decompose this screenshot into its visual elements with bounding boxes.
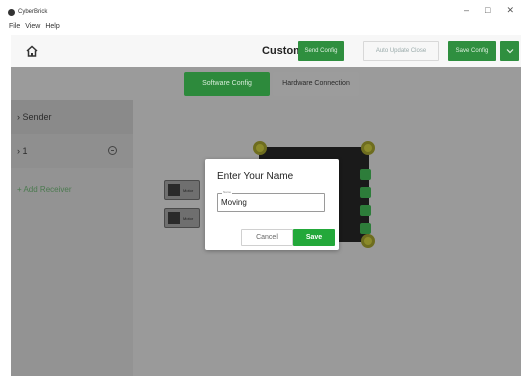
app-header: Custom Send Config Auto Update Close Sav… [11, 35, 521, 67]
maximize-icon[interactable]: □ [485, 5, 490, 16]
motor-card[interactable]: Motor [164, 208, 200, 228]
enter-name-dialog: Enter Your Name Name Cancel Save [205, 159, 339, 250]
name-input[interactable] [217, 193, 325, 212]
cancel-button[interactable]: Cancel [241, 229, 293, 246]
board-port[interactable] [360, 169, 371, 180]
motor-card-label: Motor [183, 187, 194, 193]
chevron-down-icon [506, 49, 513, 54]
remove-icon[interactable] [108, 146, 117, 155]
auto-update-close-button[interactable]: Auto Update Close [363, 41, 439, 61]
menu-view[interactable]: View [25, 23, 40, 30]
page-title: Custom [262, 45, 303, 57]
app-title: CyberBrick [18, 9, 48, 15]
sidebar-item-sender[interactable]: › Sender [11, 100, 133, 134]
menu-bar: File View Help [9, 23, 60, 30]
save-config-dropdown[interactable] [500, 41, 519, 61]
save-config-button[interactable]: Save Config [448, 41, 496, 61]
window-controls: – □ ✕ [464, 5, 514, 16]
board-port[interactable] [360, 223, 371, 234]
add-receiver-button[interactable]: + Add Receiver [11, 172, 133, 206]
window-titlebar: CyberBrick – □ ✕ [8, 5, 518, 19]
home-icon[interactable] [25, 44, 39, 58]
mounting-hole [253, 141, 267, 155]
tab-software-config[interactable]: Software Config [184, 72, 270, 96]
close-icon[interactable]: ✕ [506, 5, 514, 16]
dialog-title: Enter Your Name [217, 171, 294, 182]
sidebar-item-label: › 1 [17, 146, 28, 156]
send-config-button[interactable]: Send Config [298, 41, 344, 61]
motor-card-label: Motor [183, 215, 194, 221]
sidebar-item-1[interactable]: › 1 [11, 134, 133, 168]
motor-icon [168, 212, 180, 224]
name-input-label: Name [222, 190, 233, 194]
save-button[interactable]: Save [293, 229, 335, 246]
mounting-hole [361, 234, 375, 248]
motor-icon [168, 184, 180, 196]
menu-file[interactable]: File [9, 23, 20, 30]
minimize-icon[interactable]: – [464, 5, 469, 16]
app-logo-icon [8, 8, 15, 16]
tab-bar: Software Config Hardware Connection [11, 67, 521, 100]
sidebar: › Sender › 1 + Add Receiver [11, 100, 133, 376]
board-port[interactable] [360, 187, 371, 198]
tab-hardware-connection[interactable]: Hardware Connection [273, 72, 359, 96]
mounting-hole [361, 141, 375, 155]
sidebar-item-label: › Sender [17, 112, 52, 122]
menu-help[interactable]: Help [45, 23, 59, 30]
board-port[interactable] [360, 205, 371, 216]
motor-card[interactable]: Motor [164, 180, 200, 200]
